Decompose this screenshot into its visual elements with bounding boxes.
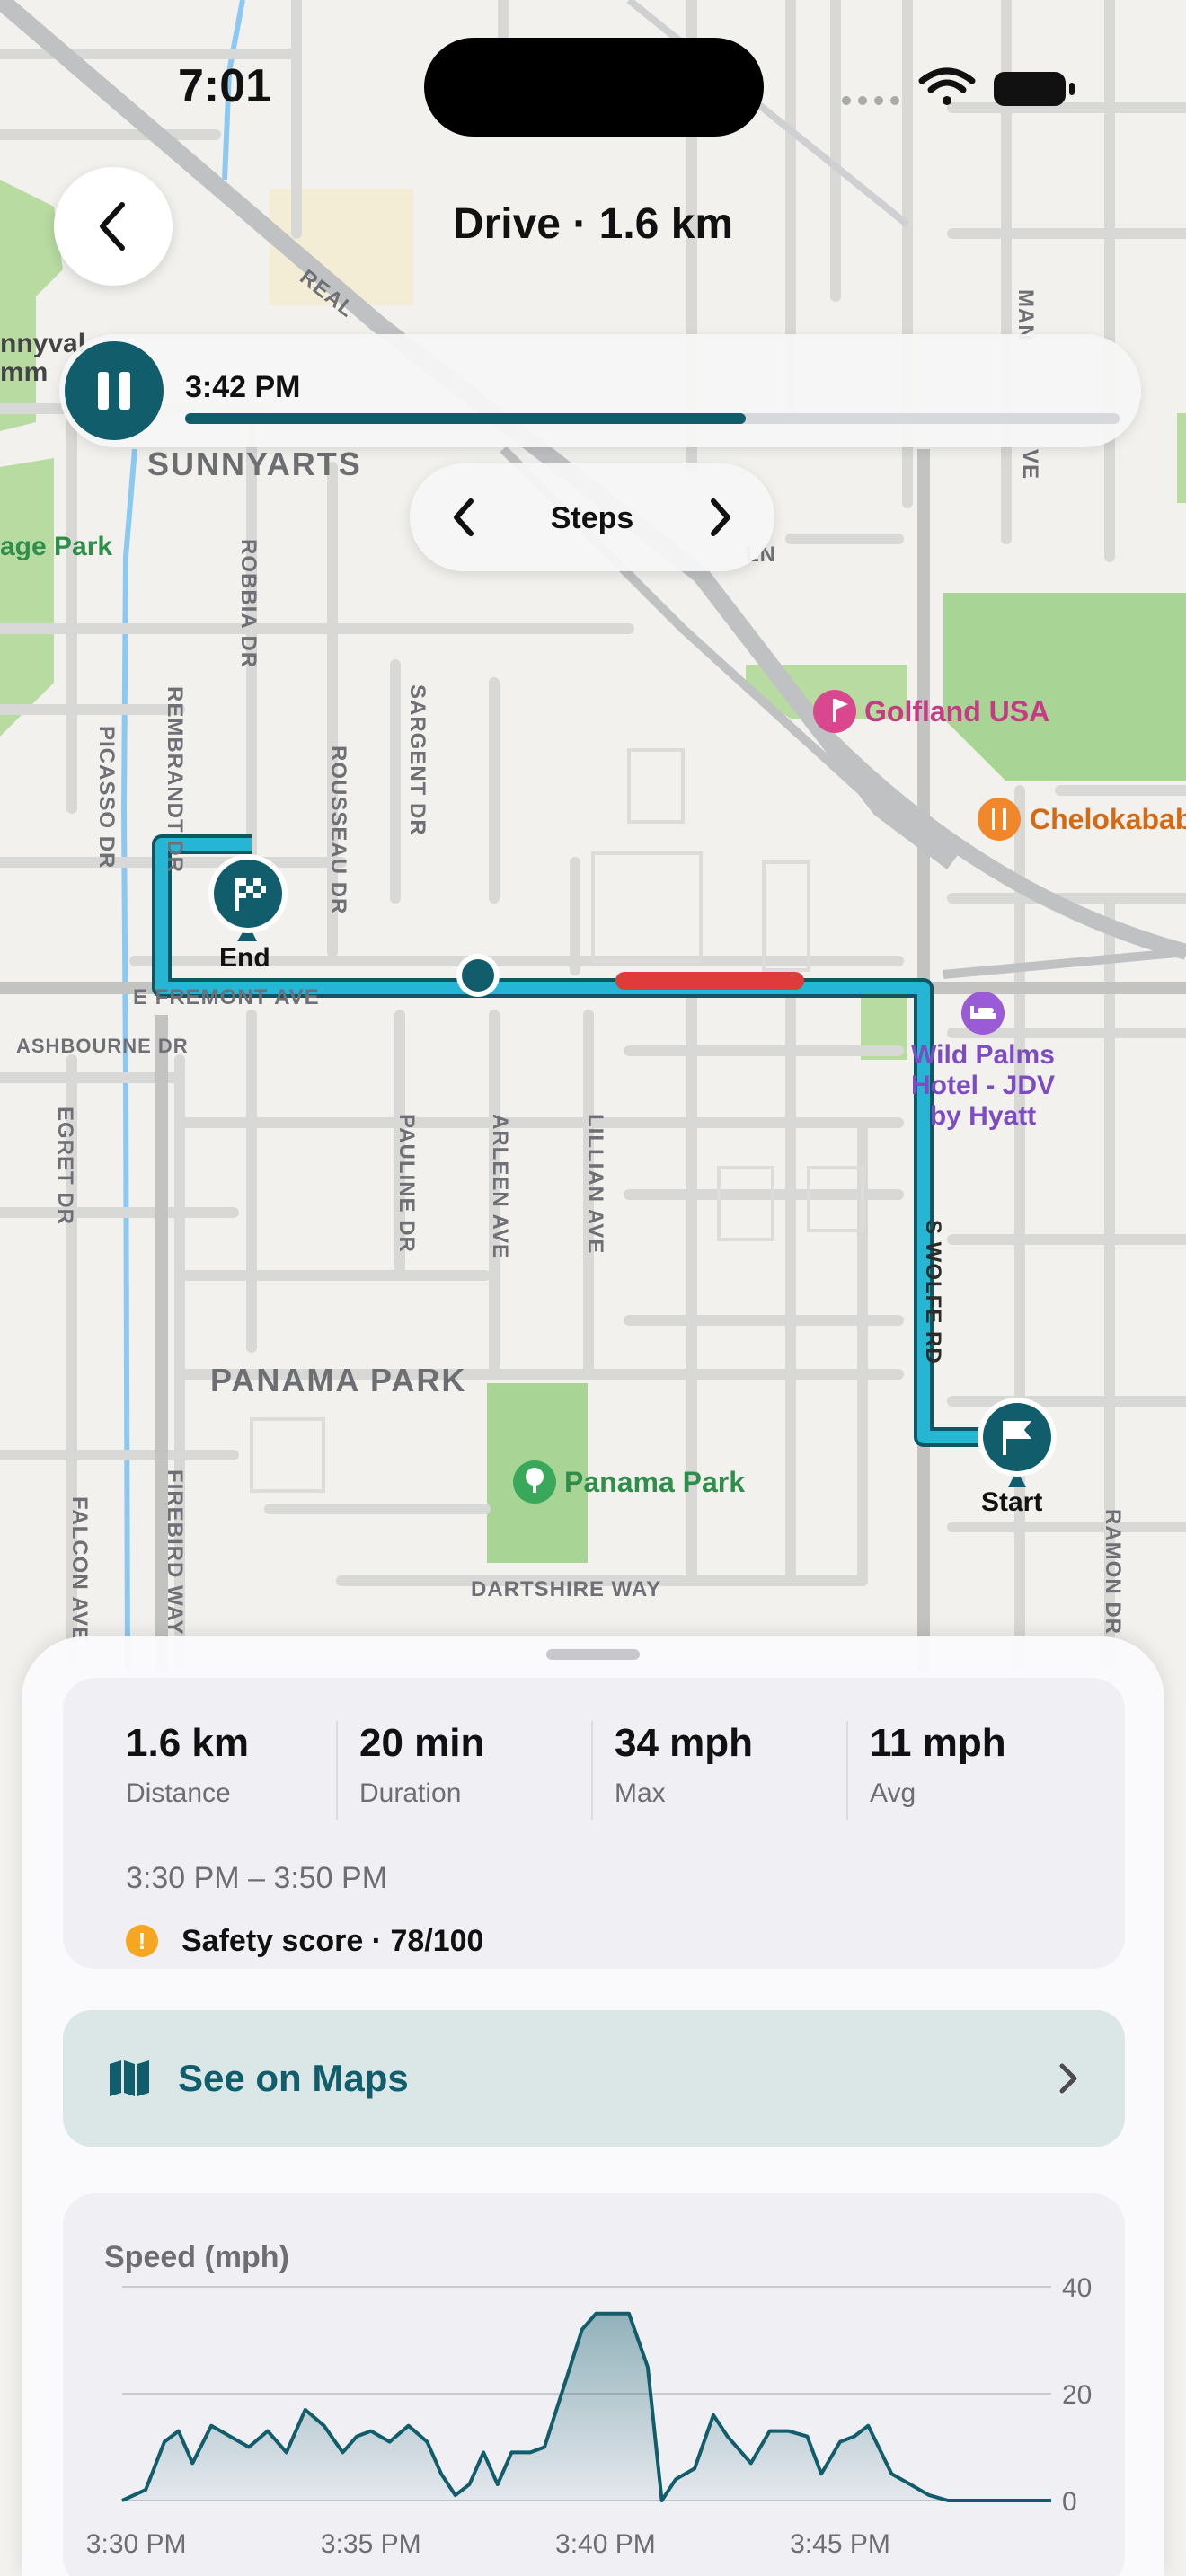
area-label-sunnyarts: SUNNYARTS — [147, 446, 362, 482]
poi-label-sunnyvale-2: mm — [0, 357, 49, 387]
street-label-wolfe: S WOLFE RD — [921, 1220, 945, 1364]
chevron-right-icon — [1059, 2063, 1077, 2094]
sheet-grabber[interactable] — [546, 1649, 640, 1660]
street-label-firebird: FIREBIRD WAY — [163, 1469, 187, 1636]
stat-avg-speed: 11 mph Avg — [846, 1721, 1102, 1820]
street-label-sargent: SARGENT DR — [405, 684, 429, 836]
street-label-picasso: PICASSO DR — [94, 726, 119, 869]
street-label-arleen: ARLEEN AVE — [488, 1114, 512, 1260]
trip-stats-card: 1.6 km Distance 20 min Duration 34 mph M… — [63, 1678, 1125, 1969]
status-time: 7:01 — [178, 60, 272, 112]
dynamic-island — [424, 38, 764, 137]
street-label-egret: EGRET DR — [53, 1107, 77, 1226]
hotel-icon[interactable] — [961, 992, 1005, 1035]
poi-label-golfland: Golfland USA — [864, 695, 1050, 728]
stat-label: Avg — [870, 1778, 916, 1808]
playback-scrubber[interactable] — [185, 413, 1120, 424]
street-label-ve: VE — [1018, 449, 1042, 481]
map-icon — [110, 2060, 149, 2096]
stat-label: Max — [615, 1778, 666, 1808]
street-label-rembrandt: REMBRANDT DR — [163, 686, 187, 873]
safety-score-text: Safety score · 78/100 — [181, 1923, 484, 1958]
end-marker-label: End — [219, 943, 270, 973]
poi-label-wild-palms: Wild Palms Hotel - JDV by Hyatt — [910, 1040, 1056, 1131]
current-position-marker — [456, 954, 500, 997]
poi-label-age-park: age Park — [0, 532, 113, 561]
warning-icon: ! — [126, 1925, 158, 1957]
speed-area — [122, 2313, 1051, 2501]
x-tick-label: 3:30 PM — [86, 2529, 187, 2559]
stat-value: 11 mph — [870, 1721, 1006, 1765]
y-tick-label: 40 — [1062, 2273, 1092, 2303]
street-label-pauline: PAULINE DR — [394, 1114, 419, 1253]
battery-icon — [994, 72, 1075, 106]
poi-label-panama-park: Panama Park — [564, 1466, 746, 1498]
playback-bar: 3:42 PM — [59, 334, 1141, 447]
x-tick-label: 3:40 PM — [555, 2529, 656, 2559]
start-marker-label: Start — [981, 1487, 1043, 1517]
stat-value: 1.6 km — [126, 1721, 249, 1765]
golf-icon[interactable] — [813, 690, 856, 733]
see-on-maps-button[interactable]: See on Maps — [63, 2010, 1125, 2147]
page-title: Drive · 1.6 km — [452, 200, 734, 248]
chevron-right-icon — [711, 498, 730, 536]
signal-icon — [842, 96, 899, 105]
safety-score: ! Safety score · 78/100 — [126, 1920, 483, 1962]
status-icons — [842, 67, 1075, 106]
playback-progress — [185, 413, 746, 424]
street-label-ramon: RAMON DR — [1101, 1509, 1125, 1635]
stat-value: 34 mph — [615, 1721, 754, 1765]
street-label-fremont: E FREMONT AVE — [133, 985, 320, 1010]
steps-control: Steps — [410, 463, 774, 571]
street-label-ashbourne: ASHBOURNE DR — [16, 1035, 189, 1057]
y-tick-label: 20 — [1062, 2380, 1092, 2410]
speed-chart[interactable]: 0 20 40 3:30 PM 3:35 PM 3:40 PM 3:45 PM — [63, 2193, 1125, 2576]
restaurant-icon[interactable] — [978, 798, 1021, 841]
playback-time: 3:42 PM — [185, 370, 301, 404]
stat-max-speed: 34 mph Max — [591, 1721, 846, 1820]
pause-icon — [93, 372, 136, 410]
street-label-robbia: ROBBIA DR — [236, 539, 261, 669]
street-label-dartshire: DARTSHIRE WAY — [471, 1577, 662, 1601]
wifi-icon — [918, 67, 976, 105]
pause-button[interactable] — [65, 341, 164, 440]
next-step-button[interactable] — [685, 481, 757, 553]
see-on-maps-label: See on Maps — [178, 2057, 409, 2099]
street-label-lillian: LILLIAN AVE — [583, 1114, 607, 1255]
poi-label-chelokabab: Chelokabab — [1030, 803, 1186, 835]
speed-chart-card: Speed (mph) 0 20 40 3:30 PM 3:35 PM 3:40 PM 3:… — [63, 2193, 1125, 2576]
y-tick-label: 0 — [1062, 2487, 1077, 2517]
area-label-panama: PANAMA PARK — [210, 1362, 467, 1398]
stat-duration: 20 min Duration — [336, 1721, 591, 1820]
trip-summary-sheet: 1.6 km Distance 20 min Duration 34 mph M… — [22, 1636, 1164, 2576]
stat-value: 20 min — [359, 1721, 485, 1765]
stat-label: Distance — [126, 1778, 231, 1808]
x-tick-label: 3:35 PM — [321, 2529, 421, 2559]
x-tick-label: 3:45 PM — [790, 2529, 890, 2559]
street-label-rousseau: ROUSSEAU DR — [326, 745, 350, 915]
street-label-falcon: FALCON AVE — [67, 1496, 92, 1643]
street-label-man: MAN — [1013, 289, 1038, 341]
stat-label: Duration — [359, 1778, 462, 1808]
park-icon[interactable] — [513, 1460, 556, 1504]
trip-time-range: 3:30 PM – 3:50 PM — [126, 1861, 388, 1895]
